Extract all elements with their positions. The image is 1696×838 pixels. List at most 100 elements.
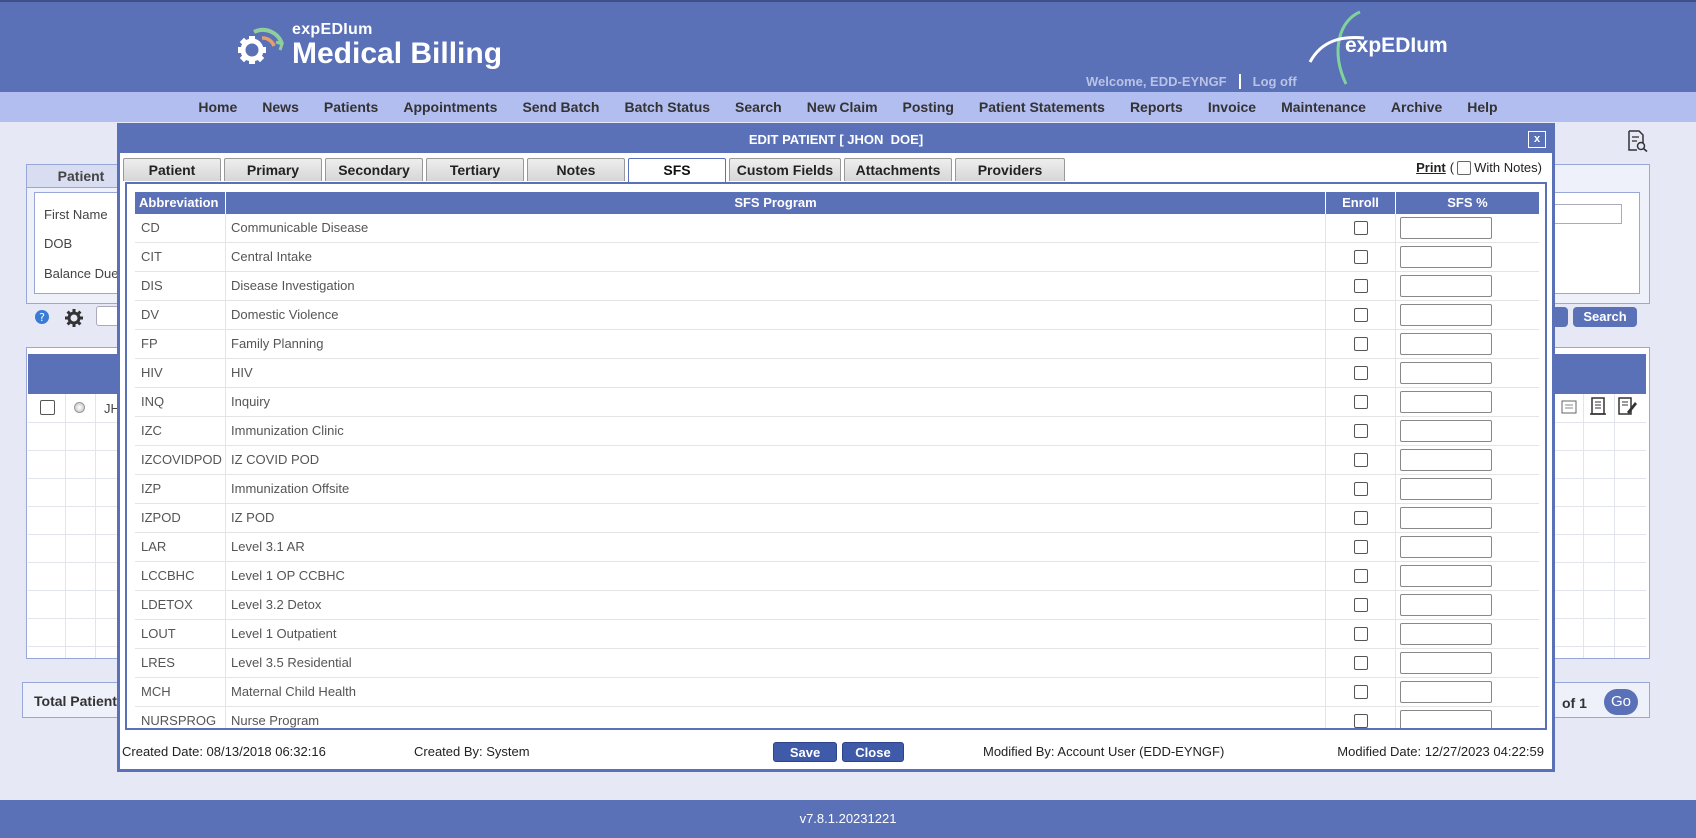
row-radio[interactable]	[74, 402, 85, 413]
app-logo[interactable]: expEDIum Medical Billing	[232, 18, 502, 72]
sfs-pct-input[interactable]	[1400, 246, 1492, 268]
sfs-pct-input[interactable]	[1400, 536, 1492, 558]
sfs-program-name: Level 3.1 AR	[226, 533, 1326, 561]
sfs-pct-input[interactable]	[1400, 275, 1492, 297]
nav-home[interactable]: Home	[198, 99, 237, 115]
enroll-checkbox[interactable]	[1353, 453, 1368, 467]
tab-sfs[interactable]: SFS	[628, 158, 726, 183]
sfs-pct-input[interactable]	[1400, 507, 1492, 529]
enroll-checkbox[interactable]	[1353, 221, 1368, 235]
enroll-checkbox[interactable]	[1353, 308, 1368, 322]
sfs-abbreviation: LRES	[135, 649, 226, 677]
sfs-pct-input[interactable]	[1400, 362, 1492, 384]
nav-help[interactable]: Help	[1467, 99, 1497, 115]
sfs-pct-input[interactable]	[1400, 420, 1492, 442]
sfs-pct-cell	[1396, 330, 1539, 358]
welcome-separator	[1238, 74, 1241, 89]
nav-patients[interactable]: Patients	[324, 99, 378, 115]
with-notes-label: With Notes)	[1474, 160, 1542, 175]
nav-new-claim[interactable]: New Claim	[807, 99, 878, 115]
sfs-pct-input[interactable]	[1400, 594, 1492, 616]
tab-secondary[interactable]: Secondary	[325, 158, 423, 181]
save-button[interactable]: Save	[773, 742, 837, 762]
enroll-checkbox[interactable]	[1353, 511, 1368, 525]
sfs-pct-input[interactable]	[1400, 304, 1492, 326]
enroll-checkbox[interactable]	[1353, 569, 1368, 583]
tab-primary[interactable]: Primary	[224, 158, 322, 181]
nav-news[interactable]: News	[262, 99, 299, 115]
welcome-area: Welcome, EDD-EYNGF Log off	[1086, 74, 1297, 89]
tab-providers[interactable]: Providers	[955, 158, 1065, 181]
nav-archive[interactable]: Archive	[1391, 99, 1442, 115]
enroll-checkbox[interactable]	[1353, 424, 1368, 438]
nav-reports[interactable]: Reports	[1130, 99, 1183, 115]
with-notes-checkbox[interactable]	[1457, 160, 1472, 175]
sfs-pct-input[interactable]	[1400, 681, 1492, 703]
bg-right-input[interactable]	[1554, 204, 1622, 224]
nav-maintenance[interactable]: Maintenance	[1281, 99, 1366, 115]
sfs-abbreviation: FP	[135, 330, 226, 358]
sfs-grid: Abbreviation SFS Program Enroll SFS % CD…	[135, 192, 1539, 728]
enroll-checkbox[interactable]	[1353, 482, 1368, 496]
nav-appointments[interactable]: Appointments	[403, 99, 497, 115]
go-button[interactable]: Go	[1604, 689, 1638, 715]
sfs-pct-input[interactable]	[1400, 391, 1492, 413]
sfs-pct-input[interactable]	[1400, 217, 1492, 239]
enroll-checkbox[interactable]	[1353, 395, 1368, 409]
enroll-cell	[1326, 649, 1396, 677]
sfs-pct-input[interactable]	[1400, 449, 1492, 471]
print-link[interactable]: Print	[1416, 160, 1446, 175]
notes-icon[interactable]	[1560, 398, 1578, 416]
sfs-abbreviation: LAR	[135, 533, 226, 561]
sfs-pct-input[interactable]	[1400, 333, 1492, 355]
tab-custom-fields[interactable]: Custom Fields	[729, 158, 841, 181]
enroll-checkbox[interactable]	[1353, 250, 1368, 264]
brand-right: expEDIum	[1345, 34, 1448, 57]
sfs-abbreviation: CD	[135, 214, 226, 242]
row-checkbox[interactable]	[40, 400, 55, 415]
enroll-checkbox[interactable]	[1353, 656, 1368, 670]
enroll-checkbox[interactable]	[1353, 337, 1368, 351]
tab-attachments[interactable]: Attachments	[844, 158, 952, 181]
sfs-abbreviation: DV	[135, 301, 226, 329]
gear-logo-icon	[238, 27, 284, 64]
nav-search[interactable]: Search	[735, 99, 782, 115]
close-button[interactable]: Close	[842, 742, 904, 762]
sfs-abbreviation: LOUT	[135, 620, 226, 648]
table-row: INQ Inquiry	[135, 388, 1539, 417]
sfs-pct-input[interactable]	[1400, 710, 1492, 728]
edit-patient-icon[interactable]	[1617, 396, 1637, 416]
nav-send-batch[interactable]: Send Batch	[522, 99, 599, 115]
enroll-checkbox[interactable]	[1353, 685, 1368, 699]
sfs-pct-input[interactable]	[1400, 565, 1492, 587]
tab-notes[interactable]: Notes	[527, 158, 625, 181]
logo-title: Medical Billing	[292, 37, 503, 70]
help-icon[interactable]: ?	[34, 309, 50, 325]
enroll-checkbox[interactable]	[1353, 366, 1368, 380]
bg-search-button[interactable]: Search	[1573, 307, 1637, 327]
enroll-checkbox[interactable]	[1353, 279, 1368, 293]
enroll-checkbox[interactable]	[1353, 714, 1368, 728]
logoff-link[interactable]: Log off	[1253, 74, 1297, 89]
nav-posting[interactable]: Posting	[903, 99, 954, 115]
sfs-program-name: Level 3.2 Detox	[226, 591, 1326, 619]
sfs-pct-input[interactable]	[1400, 478, 1492, 500]
document-search-icon[interactable]	[1626, 130, 1648, 152]
enroll-checkbox[interactable]	[1353, 598, 1368, 612]
tab-patient[interactable]: Patient	[123, 158, 221, 181]
sfs-tab-content[interactable]: Abbreviation SFS Program Enroll SFS % CD…	[125, 182, 1547, 730]
nav-patient-statements[interactable]: Patient Statements	[979, 99, 1105, 115]
sfs-pct-input[interactable]	[1400, 623, 1492, 645]
nav-invoice[interactable]: Invoice	[1208, 99, 1256, 115]
dialog-close-button[interactable]: x	[1528, 131, 1546, 148]
statement-icon[interactable]	[1588, 396, 1608, 416]
sfs-pct-input[interactable]	[1400, 652, 1492, 674]
tab-tertiary[interactable]: Tertiary	[426, 158, 524, 181]
sfs-abbreviation: IZCOVIDPOD	[135, 446, 226, 474]
settings-gear-icon[interactable]	[64, 308, 84, 328]
nav-batch-status[interactable]: Batch Status	[624, 99, 710, 115]
enroll-cell	[1326, 388, 1396, 416]
sfs-pct-cell	[1396, 533, 1539, 561]
enroll-checkbox[interactable]	[1353, 627, 1368, 641]
enroll-checkbox[interactable]	[1353, 540, 1368, 554]
